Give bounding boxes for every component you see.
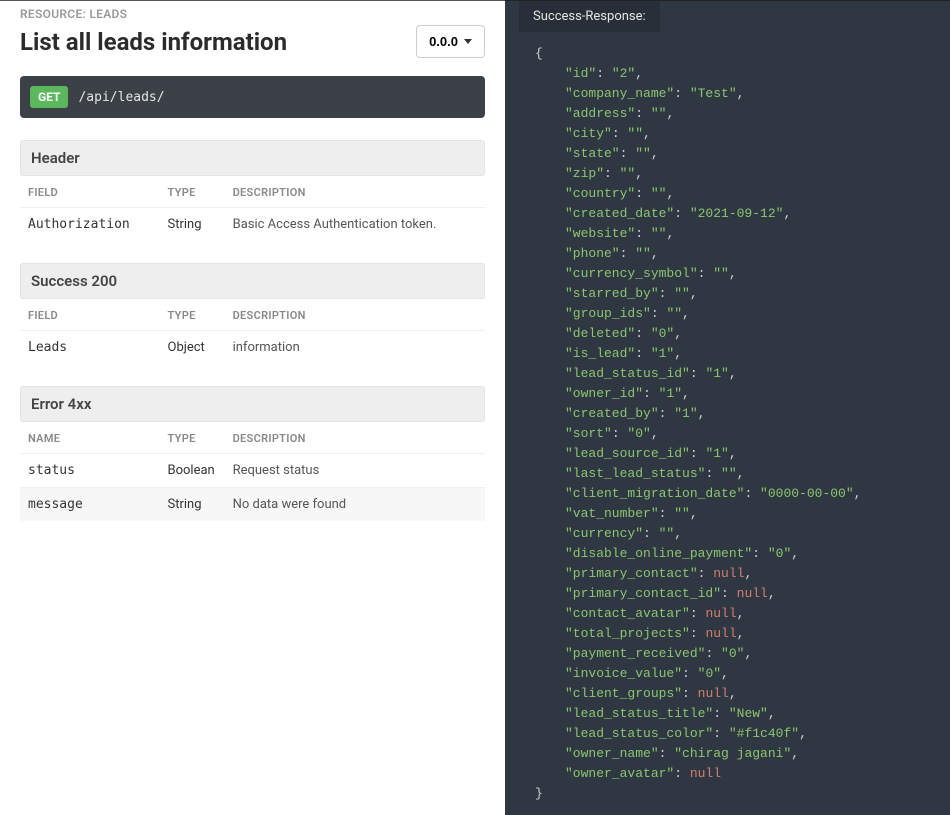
endpoint-bar: GET /api/leads/ — [20, 76, 485, 118]
col-header-type: TYPE — [160, 299, 225, 331]
col-header-type: TYPE — [160, 176, 225, 208]
response-code-block: {"id": "2","company_name": "Test","addre… — [505, 32, 950, 815]
section-header-header: Header — [20, 140, 485, 176]
table-row: Authorization String Basic Access Authen… — [20, 208, 485, 242]
http-method-badge: GET — [30, 86, 68, 108]
resource-label: RESOURCE: LEADS — [20, 7, 485, 21]
cell-desc: information — [225, 331, 485, 365]
col-header-desc: DESCRIPTION — [225, 299, 485, 331]
endpoint-path: /api/leads/ — [78, 90, 164, 105]
chevron-down-icon — [464, 39, 472, 44]
col-header-desc: DESCRIPTION — [225, 422, 485, 454]
doc-left-panel: RESOURCE: LEADS List all leads informati… — [0, 0, 505, 815]
cell-type: Object — [160, 331, 225, 365]
col-header-field: FIELD — [20, 299, 160, 331]
table-row: message String No data were found — [20, 488, 485, 522]
col-header-type: TYPE — [160, 422, 225, 454]
response-panel: Success-Response: {"id": "2","company_na… — [505, 0, 950, 815]
section-header-success: Success 200 — [20, 263, 485, 299]
table-row: status Boolean Request status — [20, 454, 485, 488]
success-table: FIELD TYPE DESCRIPTION Leads Object info… — [20, 299, 485, 364]
col-header-name: NAME — [20, 422, 160, 454]
section-header-error: Error 4xx — [20, 386, 485, 422]
version-label: 0.0.0 — [429, 34, 458, 49]
cell-type: String — [160, 488, 225, 522]
page-title: List all leads information — [20, 28, 287, 56]
version-dropdown[interactable]: 0.0.0 — [416, 25, 485, 58]
cell-type: String — [160, 208, 225, 242]
table-row: Leads Object information — [20, 331, 485, 365]
col-header-desc: DESCRIPTION — [225, 176, 485, 208]
cell-desc: No data were found — [225, 488, 485, 522]
title-row: List all leads information 0.0.0 — [20, 25, 485, 58]
cell-field: status — [20, 454, 160, 488]
response-tab[interactable]: Success-Response: — [519, 1, 660, 32]
header-table: FIELD TYPE DESCRIPTION Authorization Str… — [20, 176, 485, 241]
error-table: NAME TYPE DESCRIPTION status Boolean Req… — [20, 422, 485, 521]
cell-type: Boolean — [160, 454, 225, 488]
cell-desc: Basic Access Authentication token. — [225, 208, 485, 242]
cell-desc: Request status — [225, 454, 485, 488]
col-header-field: FIELD — [20, 176, 160, 208]
cell-field: Leads — [20, 331, 160, 365]
cell-field: message — [20, 488, 160, 522]
cell-field: Authorization — [20, 208, 160, 242]
